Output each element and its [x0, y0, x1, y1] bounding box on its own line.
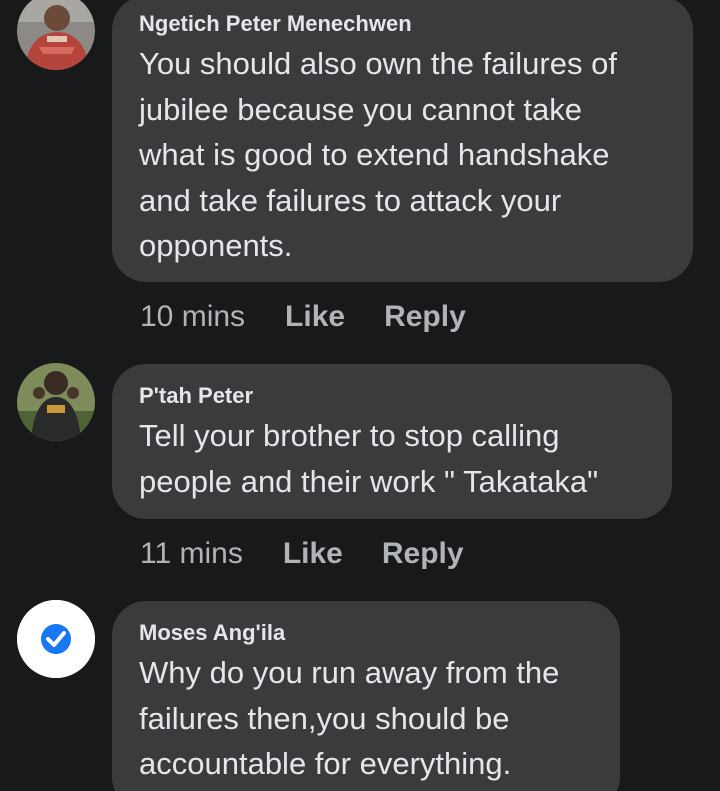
comment-timestamp[interactable]: 11 mins [140, 536, 243, 572]
comment-text-line: You should also own the failures of [139, 46, 617, 81]
comment-text-line: opponents. [139, 228, 293, 263]
comment-actions: 10 mins Like Reply [140, 299, 466, 335]
comment-thread: Ngetich Peter Menechwen You should also … [0, 0, 720, 791]
person-photo-icon [17, 363, 95, 441]
comment-text-line: and take failures to attack your [139, 182, 562, 218]
comment-bubble: Moses Ang'ila Why do you run away from t… [112, 601, 620, 791]
comment-actions: 11 mins Like Reply [140, 536, 464, 572]
comment-text-line: what is good to extend handshake [139, 137, 610, 172]
comment-text-line: jubilee because you cannot take [139, 91, 582, 127]
comment-bubble: Ngetich Peter Menechwen You should also … [112, 0, 693, 282]
commenter-avatar[interactable] [17, 600, 95, 678]
like-button[interactable]: Like [285, 299, 345, 335]
comment-text-line: accountable for everything. [139, 746, 512, 781]
comment-bubble: P'tah Peter Tell your brother to stop ca… [112, 364, 672, 519]
commenter-avatar[interactable] [17, 363, 95, 441]
commenter-avatar[interactable] [17, 0, 95, 70]
like-button[interactable]: Like [283, 536, 343, 572]
comment-text-line: people and their work " Takataka" [139, 463, 599, 499]
person-photo-icon [17, 0, 95, 70]
comment-text: Why do you run away from the failures th… [139, 650, 594, 787]
comment-text: Tell your brother to stop calling people… [139, 413, 646, 504]
reply-button[interactable]: Reply [384, 299, 466, 335]
comment-text-line: Why do you run away from the [139, 655, 560, 690]
verified-check-icon [17, 600, 95, 678]
comment-text-line: failures then,you should be [139, 700, 510, 736]
comment-author[interactable]: Ngetich Peter Menechwen [139, 11, 667, 37]
comment-text: You should also own the failures of jubi… [139, 41, 667, 269]
comment-author[interactable]: P'tah Peter [139, 383, 646, 409]
comment-text-line: Tell your brother to stop calling [139, 418, 560, 453]
comment-author[interactable]: Moses Ang'ila [139, 620, 594, 646]
comment-timestamp[interactable]: 10 mins [140, 299, 245, 335]
reply-button[interactable]: Reply [382, 536, 464, 572]
